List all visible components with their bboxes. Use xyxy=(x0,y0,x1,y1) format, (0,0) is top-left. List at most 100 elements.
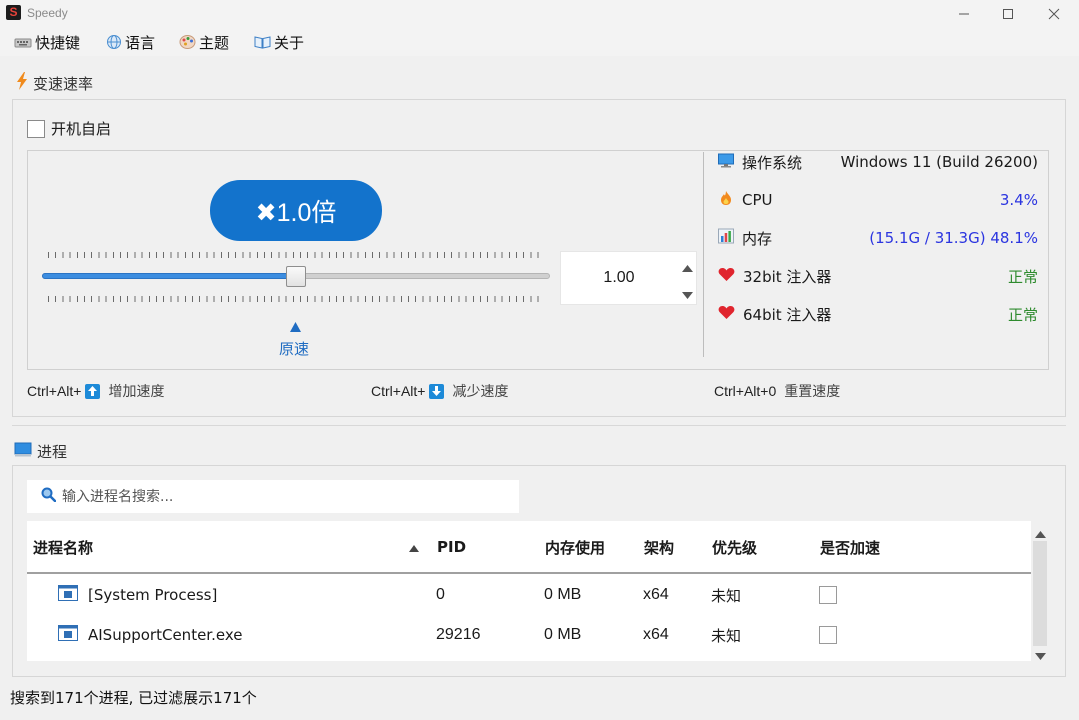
app-logo: S xyxy=(6,5,21,20)
menu-language-label: 语言 xyxy=(125,33,156,52)
hotkey-decrease: Ctrl+Alt+ 减少速度 xyxy=(371,381,508,401)
hotkey-reset: Ctrl+Alt+0 重置速度 xyxy=(714,381,840,401)
maximize-button[interactable] xyxy=(985,0,1031,28)
speed-section-title: 变速速率 xyxy=(33,74,94,93)
slider-ticks-bottom xyxy=(48,296,544,302)
column-header-pid[interactable]: PID xyxy=(431,521,540,573)
heart-icon xyxy=(718,305,735,324)
original-speed-marker-icon xyxy=(290,320,301,336)
process-priority: 未知 xyxy=(711,626,742,645)
flame-icon xyxy=(718,190,734,210)
autostart-checkbox[interactable] xyxy=(27,119,45,138)
process-arch: x64 xyxy=(643,626,669,643)
process-accelerate-checkbox[interactable] xyxy=(819,586,837,604)
close-icon xyxy=(1048,8,1060,20)
sysinfo-injector-64-value: 正常 xyxy=(1007,305,1038,324)
process-name: [System Process] xyxy=(88,586,218,604)
minimize-button[interactable] xyxy=(941,0,987,28)
speed-control-panel xyxy=(27,150,1049,370)
process-search-box[interactable] xyxy=(27,480,519,513)
menu-hotkeys[interactable]: 快捷键 xyxy=(14,30,80,54)
palette-icon xyxy=(179,34,196,50)
sort-ascending-icon xyxy=(409,538,419,556)
sysinfo-memory-value: (15.1G / 31.3G) 48.1% xyxy=(869,229,1038,247)
scrollbar-thumb[interactable] xyxy=(1033,541,1047,646)
scroll-up-arrow-icon[interactable] xyxy=(1035,526,1046,542)
sysinfo-injector-64: 64bit 注入器 正常 xyxy=(718,302,1038,326)
column-header-memory[interactable]: 内存使用 xyxy=(539,521,639,573)
column-header-name[interactable]: 进程名称 xyxy=(27,521,432,573)
panel-divider xyxy=(703,152,704,357)
hotkey-increase: Ctrl+Alt+ 增加速度 xyxy=(27,381,164,401)
globe-icon xyxy=(106,34,122,50)
sysinfo-cpu-value: 3.4% xyxy=(999,191,1038,209)
speed-slider-handle[interactable] xyxy=(286,266,306,287)
sysinfo-injector-64-label: 64bit 注入器 xyxy=(743,305,832,324)
sysinfo-os: 操作系统 Windows 11 (Build 26200) xyxy=(718,150,1038,174)
process-icon xyxy=(58,625,78,645)
process-memory: 0 MB xyxy=(544,586,582,603)
process-pid: 0 xyxy=(436,586,445,603)
sysinfo-injector-32-value: 正常 xyxy=(1007,267,1038,286)
sysinfo-memory: 内存 (15.1G / 31.3G) 48.1% xyxy=(718,226,1038,250)
table-row[interactable]: AISupportCenter.exe xyxy=(58,615,242,655)
menu-about[interactable]: 关于 xyxy=(254,30,304,54)
sysinfo-injector-32: 32bit 注入器 正常 xyxy=(718,264,1038,288)
slider-ticks-top xyxy=(48,252,544,258)
window-title: Speedy xyxy=(27,6,68,20)
keyboard-icon xyxy=(14,35,32,49)
bar-chart-icon xyxy=(718,228,734,248)
column-header-name-label: 进程名称 xyxy=(33,538,94,557)
process-name: AISupportCenter.exe xyxy=(88,626,243,644)
autostart-label: 开机自启 xyxy=(51,120,112,138)
arrow-up-icon xyxy=(85,383,101,399)
menu-about-label: 关于 xyxy=(274,33,305,52)
book-icon xyxy=(254,35,271,49)
speed-spin-value[interactable]: 1.00 xyxy=(560,251,678,305)
hotkey-decrease-desc: 减少速度 xyxy=(452,384,509,400)
column-header-accelerated[interactable]: 是否加速 xyxy=(814,521,1031,573)
process-accelerate-checkbox[interactable] xyxy=(819,626,837,644)
process-accelerate-cell xyxy=(819,575,837,615)
process-memory: 0 MB xyxy=(544,626,582,643)
menu-language[interactable]: 语言 xyxy=(106,30,155,54)
sysinfo-cpu: CPU 3.4% xyxy=(718,188,1038,212)
heart-icon xyxy=(718,267,735,286)
hotkey-increase-desc: 增加速度 xyxy=(108,384,165,400)
column-header-priority[interactable]: 优先级 xyxy=(706,521,815,573)
hotkey-increase-keys: Ctrl+Alt+ xyxy=(27,383,82,399)
speed-multiplier-badge[interactable]: ✖1.0倍 xyxy=(210,180,382,241)
status-text: 搜索到171个进程, 已过滤展示171个 xyxy=(10,689,257,707)
hotkey-decrease-keys: Ctrl+Alt+ xyxy=(371,383,426,399)
spin-down-arrow-icon[interactable] xyxy=(682,287,693,303)
scroll-down-arrow-icon[interactable] xyxy=(1035,648,1046,664)
process-section-header: 进程 xyxy=(14,440,67,462)
autostart-option[interactable]: 开机自启 xyxy=(27,118,111,139)
monitor-icon xyxy=(718,153,734,172)
process-accelerate-cell xyxy=(819,615,837,655)
sysinfo-os-label: 操作系统 xyxy=(742,153,803,172)
section-divider xyxy=(12,425,1066,426)
computer-icon xyxy=(14,440,32,462)
menu-bar xyxy=(0,28,1079,56)
menu-hotkeys-label: 快捷键 xyxy=(35,33,81,52)
close-button[interactable] xyxy=(1031,0,1077,28)
process-priority: 未知 xyxy=(711,586,742,605)
hotkey-reset-keys: Ctrl+Alt+0 xyxy=(714,383,777,399)
process-arch: x64 xyxy=(643,586,669,603)
process-pid: 29216 xyxy=(436,626,481,643)
minimize-icon xyxy=(959,13,969,15)
lightning-icon xyxy=(16,72,28,94)
spin-up-arrow-icon[interactable] xyxy=(682,260,693,276)
menu-theme[interactable]: 主题 xyxy=(179,30,229,54)
table-row[interactable]: [System Process] xyxy=(58,575,217,615)
sysinfo-memory-label: 内存 xyxy=(742,229,773,248)
process-section-title: 进程 xyxy=(37,442,68,461)
column-header-arch[interactable]: 架构 xyxy=(638,521,707,573)
menu-theme-label: 主题 xyxy=(199,33,230,52)
original-speed-label[interactable]: 原速 xyxy=(279,338,309,359)
arrow-down-icon xyxy=(429,383,445,399)
process-search-input[interactable] xyxy=(60,487,504,506)
hotkey-reset-desc: 重置速度 xyxy=(784,384,841,400)
sysinfo-cpu-label: CPU xyxy=(742,191,773,209)
